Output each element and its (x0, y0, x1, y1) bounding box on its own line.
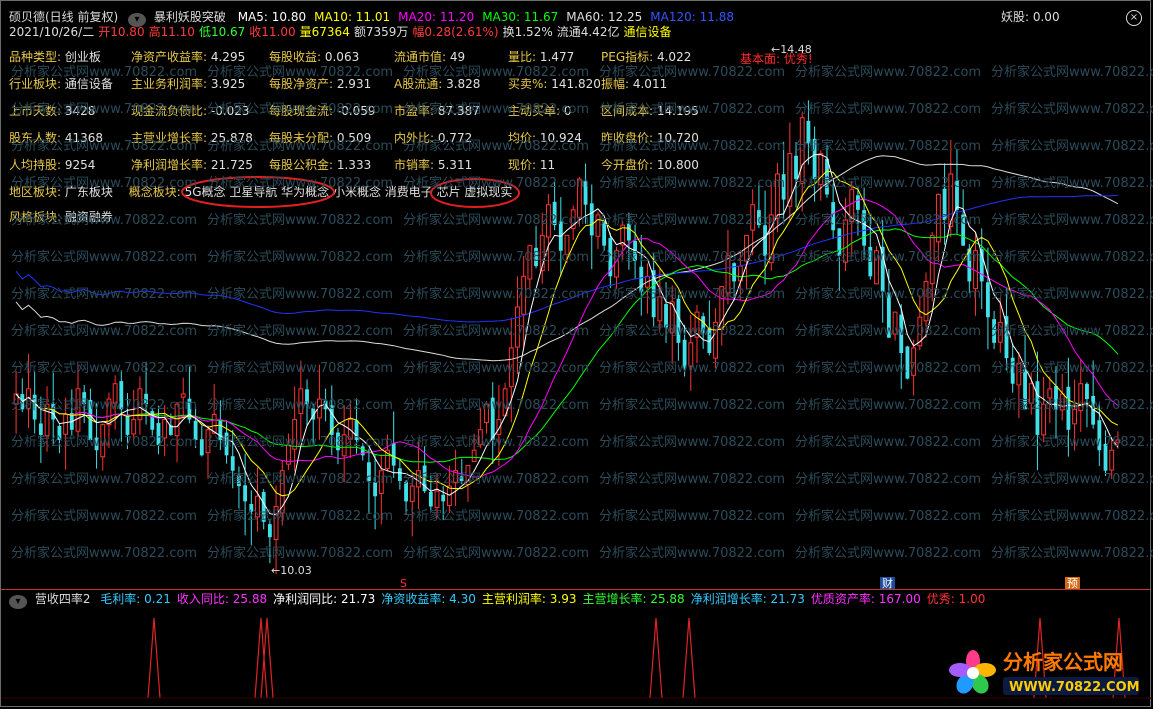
watermark-text: 分析家公式网www.70822.com (599, 361, 786, 376)
sub-spike (147, 617, 161, 699)
watermark-text: 分析家公式网www.70822.com (11, 287, 198, 302)
watermark-text: 分析家公式网www.70822.com (599, 139, 786, 154)
watermark-text: 分析家公式网www.70822.com (599, 324, 786, 339)
low-label: ←10.03 (271, 564, 312, 577)
watermark-text: 分析家公式网www.70822.com (403, 472, 590, 487)
watermark-text: 分析家公式网www.70822.com (403, 102, 590, 117)
watermark-text: 分析家公式网www.70822.com (795, 472, 982, 487)
watermark-text: 分析家公式网www.70822.com (207, 509, 394, 524)
watermark-text: 分析家公式网www.70822.com (403, 65, 590, 80)
watermark-text: 分析家公式网www.70822.com (991, 509, 1153, 524)
watermark-text: 分析家公式网www.70822.com (11, 398, 198, 413)
watermark-text: 分析家公式网www.70822.com (11, 324, 198, 339)
watermark-text: 分析家公式网www.70822.com (795, 287, 982, 302)
sub-spike (682, 617, 696, 699)
chart-window: 硕贝德(日线 前复权) ▾ 暴利妖股突破 MA5: 10.80 MA10: 11.… (0, 0, 1153, 707)
watermark-text: 分析家公式网www.70822.com (795, 176, 982, 191)
watermark-text: 分析家公式网www.70822.com (599, 435, 786, 450)
watermark-text: 分析家公式网www.70822.com (403, 546, 590, 561)
watermark-text: 分析家公式网www.70822.com (795, 398, 982, 413)
watermark-text: 分析家公式网www.70822.com (403, 398, 590, 413)
watermark-text: 分析家公式网www.70822.com (207, 398, 394, 413)
watermark-text: 分析家公式网www.70822.com (11, 65, 198, 80)
logo-url: WWW.70822.COM (1009, 680, 1140, 695)
watermark-text: 分析家公式网www.70822.com (403, 139, 590, 154)
watermark-text: 分析家公式网www.70822.com (11, 250, 198, 265)
watermark-text: 分析家公式网www.70822.com (991, 102, 1153, 117)
watermark-text: 分析家公式网www.70822.com (207, 361, 394, 376)
watermark-text: 分析家公式网www.70822.com (207, 213, 394, 228)
watermark-text: 分析家公式网www.70822.com (795, 509, 982, 524)
watermark-text: 分析家公式网www.70822.com (11, 176, 198, 191)
watermark-text: 分析家公式网www.70822.com (403, 435, 590, 450)
watermark-text: 分析家公式网www.70822.com (795, 65, 982, 80)
watermark-text: 分析家公式网www.70822.com (599, 287, 786, 302)
watermark-text: 分析家公式网www.70822.com (599, 546, 786, 561)
watermark-text: 分析家公式网www.70822.com (795, 213, 982, 228)
watermark-text: 分析家公式网www.70822.com (991, 546, 1153, 561)
watermark-text: 分析家公式网www.70822.com (991, 398, 1153, 413)
watermark-text: 分析家公式网www.70822.com (599, 398, 786, 413)
site-logo: 分析家公式网 WWW.70822.COM (949, 650, 1140, 695)
watermark-text: 分析家公式网www.70822.com (207, 176, 394, 191)
watermark-text: 分析家公式网www.70822.com (991, 361, 1153, 376)
watermark-text: 分析家公式网www.70822.com (991, 250, 1153, 265)
watermark-text: 分析家公式网www.70822.com (207, 472, 394, 487)
watermark-text: 分析家公式网www.70822.com (599, 102, 786, 117)
watermark-text: 分析家公式网www.70822.com (11, 509, 198, 524)
watermark-text: 分析家公式网www.70822.com (207, 546, 394, 561)
watermark-text: 分析家公式网www.70822.com (795, 139, 982, 154)
watermark-text: 分析家公式网www.70822.com (599, 176, 786, 191)
sub-spike (649, 617, 663, 699)
watermark-text: 分析家公式网www.70822.com (403, 287, 590, 302)
watermark-text: 分析家公式网www.70822.com (403, 324, 590, 339)
watermark-text: 分析家公式网www.70822.com (11, 546, 198, 561)
watermark-text: 分析家公式网www.70822.com (11, 213, 198, 228)
watermark-text: 分析家公式网www.70822.com (599, 472, 786, 487)
watermark-text: 分析家公式网www.70822.com (11, 139, 198, 154)
watermark-text: 分析家公式网www.70822.com (599, 509, 786, 524)
watermark-text: 分析家公式网www.70822.com (11, 361, 198, 376)
watermark-text: 分析家公式网www.70822.com (207, 102, 394, 117)
watermark-text: 分析家公式网www.70822.com (795, 250, 982, 265)
watermark-text: 分析家公式网www.70822.com (599, 250, 786, 265)
watermark-text: 分析家公式网www.70822.com (991, 213, 1153, 228)
watermark-text: 分析家公式网www.70822.com (207, 139, 394, 154)
watermark-text: 分析家公式网www.70822.com (403, 361, 590, 376)
watermark-text: 分析家公式网www.70822.com (11, 435, 198, 450)
watermark-text: 分析家公式网www.70822.com (795, 324, 982, 339)
watermark-text: 分析家公式网www.70822.com (11, 102, 198, 117)
watermark-text: 分析家公式网www.70822.com (207, 65, 394, 80)
watermark-text: 分析家公式网www.70822.com (207, 324, 394, 339)
watermark-text: 分析家公式网www.70822.com (795, 361, 982, 376)
watermark-text: 分析家公式网www.70822.com (599, 213, 786, 228)
watermark-text: 分析家公式网www.70822.com (207, 435, 394, 450)
watermark-text: 分析家公式网www.70822.com (795, 102, 982, 117)
watermark-text: 分析家公式网www.70822.com (403, 509, 590, 524)
watermark-text: 分析家公式网www.70822.com (403, 213, 590, 228)
watermark-text: 分析家公式网www.70822.com (207, 287, 394, 302)
watermark-text: 分析家公式网www.70822.com (991, 287, 1153, 302)
watermark-text: 分析家公式网www.70822.com (207, 250, 394, 265)
watermark-text: 分析家公式网www.70822.com (991, 176, 1153, 191)
pane-divider (1, 589, 1150, 590)
watermark-text: 分析家公式网www.70822.com (11, 472, 198, 487)
watermark-text: 分析家公式网www.70822.com (403, 176, 590, 191)
watermark-text: 分析家公式网www.70822.com (795, 546, 982, 561)
watermark-text: 分析家公式网www.70822.com (991, 65, 1153, 80)
sub-spike (254, 617, 268, 699)
watermark-text: 分析家公式网www.70822.com (991, 324, 1153, 339)
watermark-text: 分析家公式网www.70822.com (599, 65, 786, 80)
watermark-text: 分析家公式网www.70822.com (991, 139, 1153, 154)
high-label: ←14.48 (771, 43, 812, 56)
watermark-text: 分析家公式网www.70822.com (991, 435, 1153, 450)
logo-name: 分析家公式网 (1003, 650, 1123, 674)
watermark-text: 分析家公式网www.70822.com (403, 250, 590, 265)
watermark-text: 分析家公式网www.70822.com (795, 435, 982, 450)
watermark-text: 分析家公式网www.70822.com (991, 472, 1153, 487)
sub-spike (260, 617, 274, 699)
